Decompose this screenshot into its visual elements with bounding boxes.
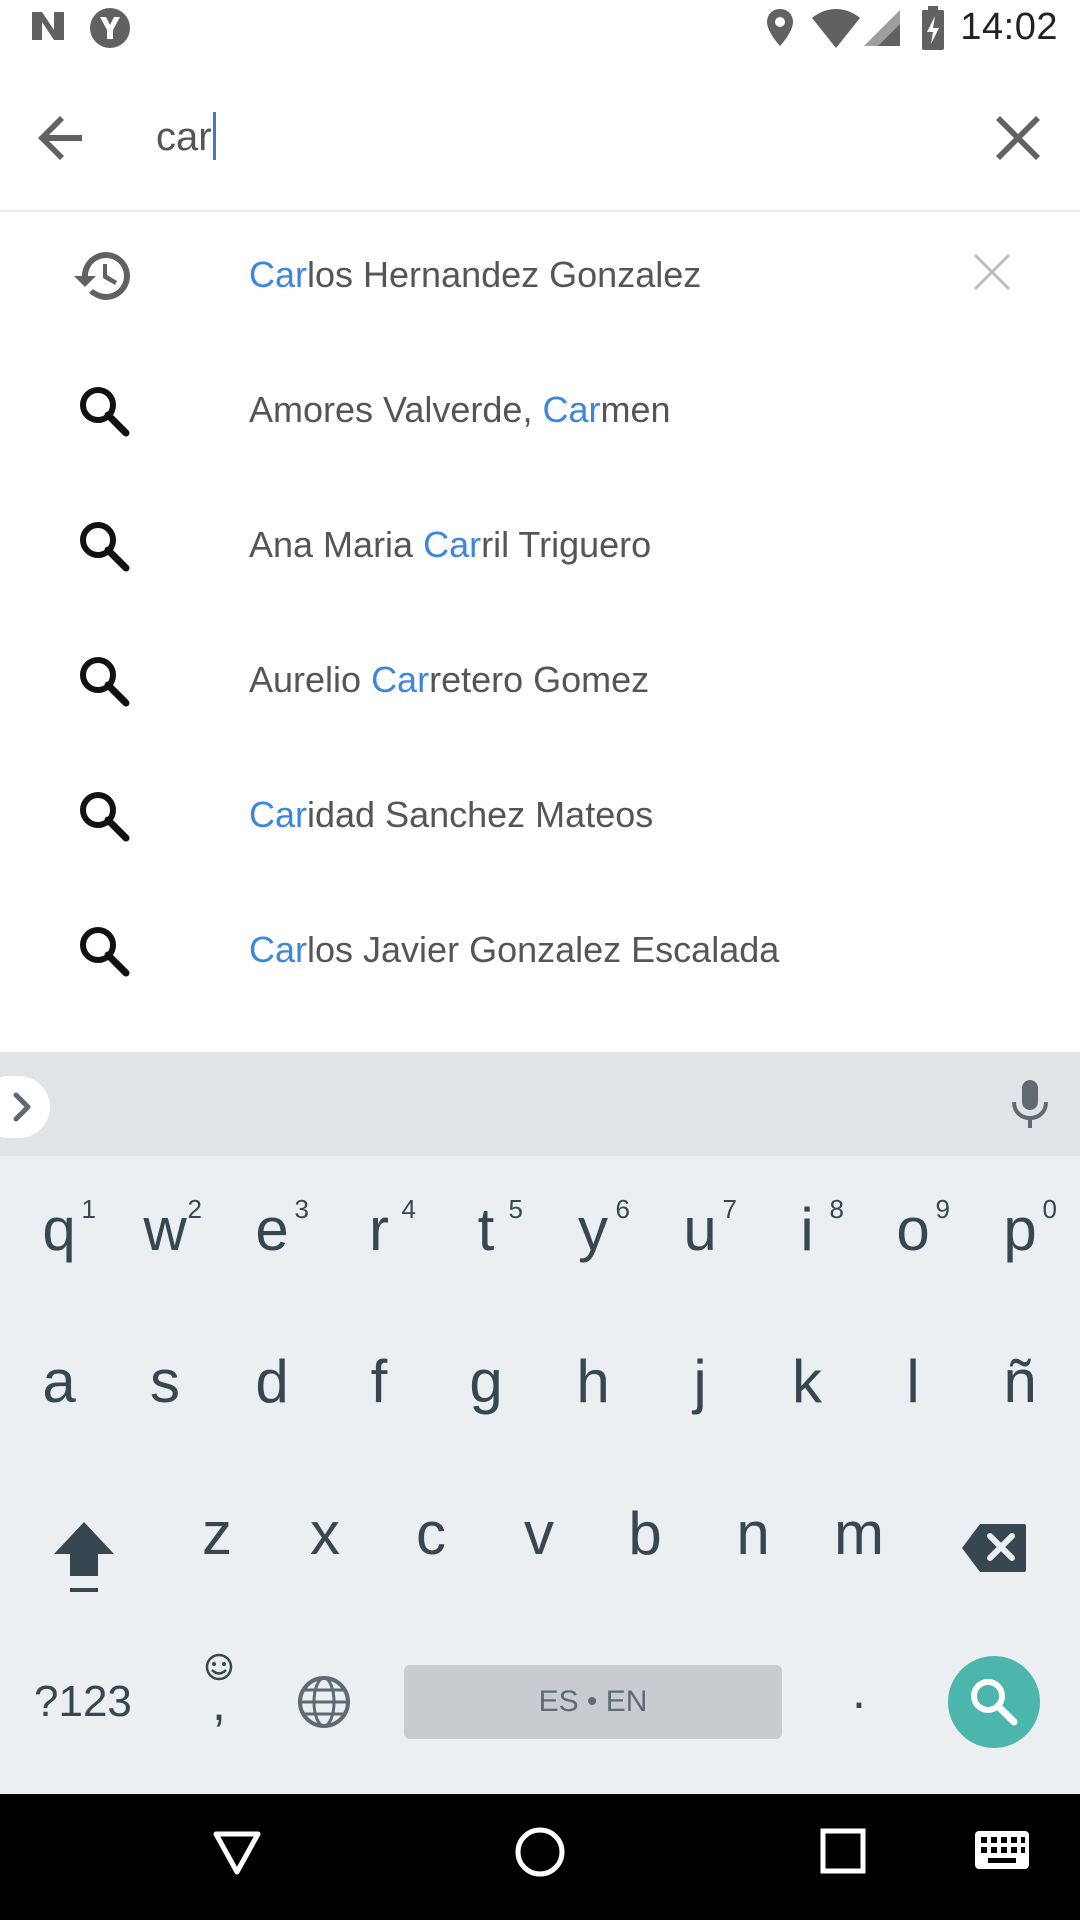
search-icon bbox=[971, 1679, 1018, 1726]
key-v[interactable]: v bbox=[496, 1504, 582, 1564]
location-icon bbox=[767, 9, 793, 46]
symbols-key[interactable]: ?123 bbox=[34, 1677, 132, 1727]
suggestion-text: Aurelio Carretero Gomez bbox=[249, 659, 650, 700]
key-j[interactable]: j bbox=[657, 1352, 743, 1412]
search-icon bbox=[80, 387, 130, 437]
key-u[interactable]: u7 bbox=[657, 1194, 743, 1260]
search-icon bbox=[80, 927, 130, 977]
globe-icon[interactable] bbox=[296, 1674, 352, 1730]
key-a[interactable]: a bbox=[16, 1352, 102, 1412]
period-key[interactable]: . bbox=[852, 1662, 866, 1720]
suggestion-text: Carlos Javier Gonzalez Escalada bbox=[249, 929, 780, 970]
key-l[interactable]: l bbox=[870, 1352, 956, 1412]
key-g[interactable]: g bbox=[443, 1352, 529, 1412]
suggestion-row[interactable]: Carlos Javier Gonzalez Escalada bbox=[0, 887, 1080, 1022]
search-bar: car bbox=[0, 62, 1080, 212]
key-w[interactable]: w2 bbox=[122, 1194, 208, 1260]
chevron-right-icon bbox=[13, 1092, 31, 1122]
key-t[interactable]: t5 bbox=[443, 1194, 529, 1260]
search-action-key[interactable] bbox=[948, 1656, 1040, 1748]
key-i[interactable]: i8 bbox=[764, 1194, 850, 1260]
key-k[interactable]: k bbox=[764, 1352, 850, 1412]
home-circle-icon[interactable] bbox=[514, 1826, 566, 1878]
suggestion-list: Carlos Hernandez Gonzalez Amores Valverd… bbox=[0, 212, 1080, 1022]
n-icon bbox=[32, 12, 64, 40]
suggestion-text: Carlos Hernandez Gonzalez bbox=[249, 254, 702, 295]
suggestion-row[interactable]: Ana Maria Carril Triguero bbox=[0, 482, 1080, 617]
key-z[interactable]: z bbox=[174, 1504, 260, 1564]
key-d[interactable]: d bbox=[229, 1352, 315, 1412]
history-icon bbox=[74, 252, 130, 300]
key-m[interactable]: m bbox=[816, 1504, 902, 1564]
recents-square-icon[interactable] bbox=[820, 1828, 866, 1874]
search-input[interactable]: car bbox=[156, 112, 216, 160]
key-h[interactable]: h bbox=[550, 1352, 636, 1412]
key-f[interactable]: f bbox=[336, 1352, 422, 1412]
y-notification-icon bbox=[90, 8, 130, 48]
search-icon bbox=[80, 657, 130, 707]
keyboard-suggestion-strip bbox=[0, 1052, 1080, 1156]
key-c[interactable]: c bbox=[388, 1504, 474, 1564]
remove-history-icon[interactable] bbox=[968, 248, 1016, 296]
keyboard-icon[interactable] bbox=[974, 1830, 1030, 1870]
suggestion-row[interactable]: Amores Valverde, Carmen bbox=[0, 347, 1080, 482]
key-x[interactable]: x bbox=[282, 1504, 368, 1564]
battery-charging-icon bbox=[922, 6, 944, 50]
space-bar[interactable]: ES • EN bbox=[404, 1665, 782, 1739]
key-e[interactable]: e3 bbox=[229, 1194, 315, 1260]
back-triangle-icon[interactable] bbox=[212, 1828, 262, 1878]
status-time: 14:02 bbox=[960, 6, 1058, 48]
key-q[interactable]: q1 bbox=[16, 1194, 102, 1260]
backspace-icon[interactable] bbox=[962, 1522, 1028, 1574]
microphone-icon[interactable] bbox=[1002, 1076, 1058, 1132]
shift-icon[interactable] bbox=[50, 1516, 118, 1596]
search-icon bbox=[80, 522, 130, 572]
comma-key[interactable]: , bbox=[198, 1652, 240, 1742]
key-s[interactable]: s bbox=[122, 1352, 208, 1412]
key-o[interactable]: o9 bbox=[870, 1194, 956, 1260]
navigation-bar bbox=[0, 1794, 1080, 1920]
suggestion-row[interactable]: Caridad Sanchez Mateos bbox=[0, 752, 1080, 887]
suggestion-text: Caridad Sanchez Mateos bbox=[249, 794, 654, 835]
suggestion-row[interactable]: Aurelio Carretero Gomez bbox=[0, 617, 1080, 752]
comma-label: , bbox=[212, 1675, 226, 1731]
keyboard: q1 w2 e3 r4 t5 y6 u7 i8 o9 p0 a s d f g … bbox=[0, 1052, 1080, 1794]
key-p[interactable]: p0 bbox=[977, 1194, 1063, 1260]
suggestion-text: Amores Valverde, Carmen bbox=[249, 389, 671, 430]
back-arrow-icon[interactable] bbox=[30, 106, 94, 170]
key-enye[interactable]: ñ bbox=[977, 1352, 1063, 1412]
expand-toolbar-button[interactable] bbox=[0, 1076, 50, 1138]
key-y[interactable]: y6 bbox=[550, 1194, 636, 1260]
suggestion-text: Ana Maria Carril Triguero bbox=[249, 524, 652, 565]
status-bar: 14:02 bbox=[0, 0, 1080, 62]
suggestion-row-history[interactable]: Carlos Hernandez Gonzalez bbox=[0, 212, 1080, 347]
key-n[interactable]: n bbox=[710, 1504, 796, 1564]
text-cursor bbox=[212, 112, 216, 160]
key-r[interactable]: r4 bbox=[336, 1194, 422, 1260]
search-query: car bbox=[156, 115, 212, 159]
search-icon bbox=[80, 792, 130, 842]
key-b[interactable]: b bbox=[602, 1504, 688, 1564]
signal-icon bbox=[864, 10, 900, 46]
wifi-icon bbox=[812, 9, 860, 48]
clear-search-icon[interactable] bbox=[986, 106, 1050, 170]
